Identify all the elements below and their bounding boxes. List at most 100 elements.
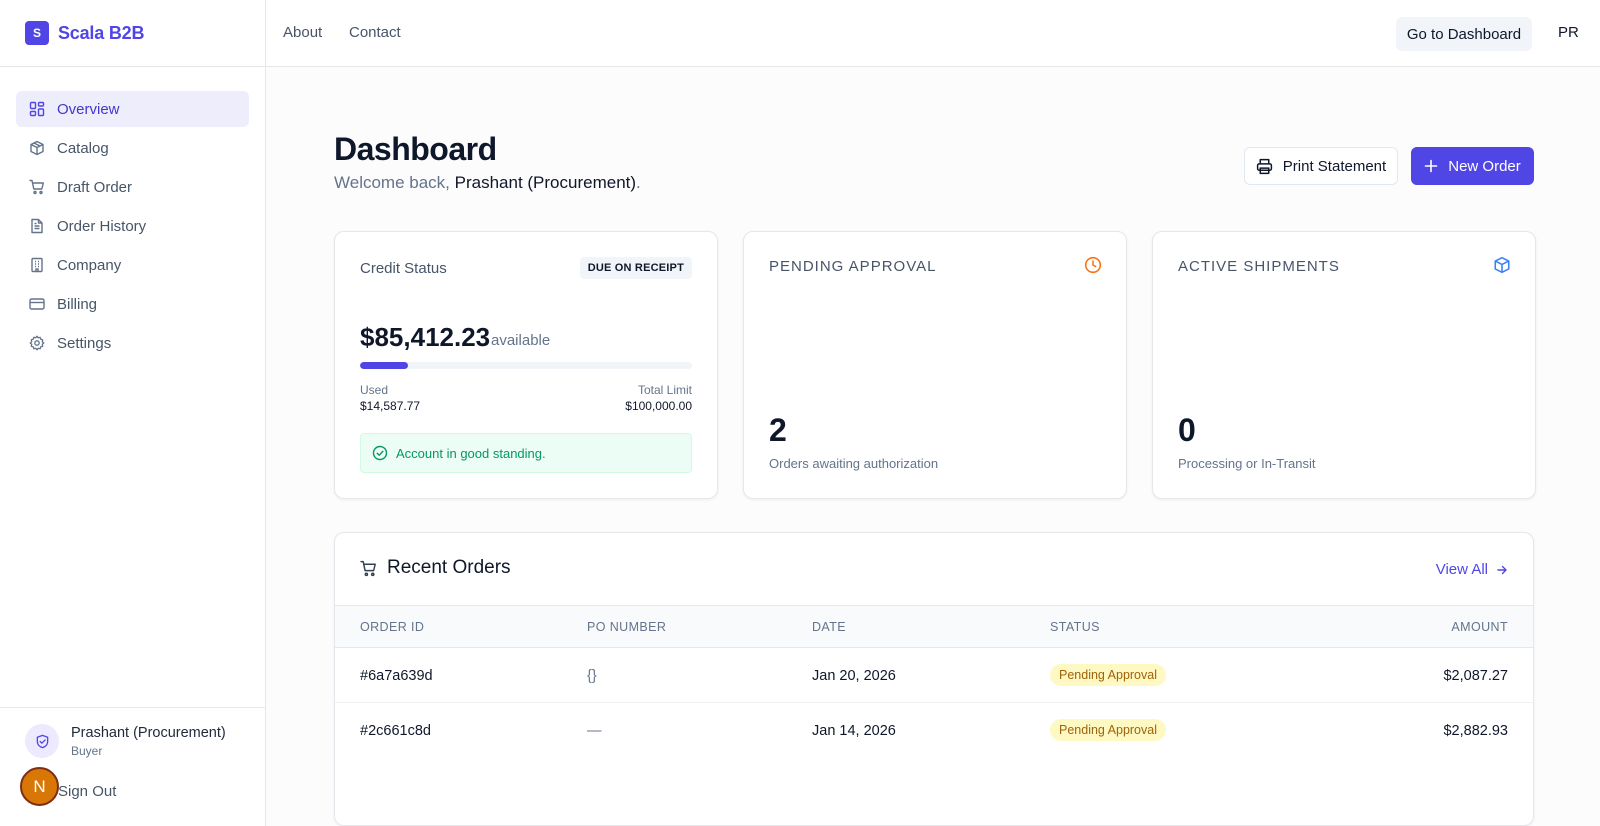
sidebar-item-overview[interactable]: Overview (16, 91, 249, 127)
po-number-cell: — (587, 723, 602, 739)
amount-cell: $2,087.27 (1443, 668, 1508, 684)
brand[interactable]: S Scala B2B (0, 0, 265, 67)
status-badge: Pending Approval (1050, 719, 1166, 741)
sidebar-footer: Prashant (Procurement) Buyer Sign Out N (0, 707, 265, 826)
pending-approval-count: 2 (769, 412, 787, 448)
printer-icon (1256, 158, 1273, 175)
sidebar-item-order-history[interactable]: Order History (16, 208, 249, 244)
check-circle-icon (372, 445, 388, 461)
cart-icon (29, 179, 45, 195)
sidebar: S Scala B2B Overview Catalog Draft Order (0, 0, 266, 826)
new-order-button[interactable]: New Order (1411, 147, 1534, 185)
sidebar-item-draft-order[interactable]: Draft Order (16, 169, 249, 205)
welcome-name: Prashant (Procurement) (454, 173, 637, 192)
recent-orders-panel: Recent Orders View All ORDER ID PO NUMBE… (334, 532, 1534, 826)
sidebar-item-company[interactable]: Company (16, 247, 249, 283)
credit-usage-fill (360, 362, 409, 369)
user-info: Prashant (Procurement) Buyer (71, 725, 226, 758)
top-bar: About Contact Go to Dashboard PR (266, 0, 1600, 67)
clock-icon (1084, 256, 1102, 274)
sidebar-item-label: Order History (57, 217, 147, 235)
used-label: Used (360, 383, 389, 397)
building-icon (29, 257, 45, 273)
total-limit-value: $100,000.00 (625, 399, 692, 413)
payment-terms-badge: DUE ON RECEIPT (579, 257, 692, 279)
brand-name: Scala B2B (58, 22, 145, 43)
plus-icon (1424, 159, 1438, 173)
go-to-dashboard-button[interactable]: Go to Dashboard (1396, 17, 1532, 51)
sign-out-button[interactable]: Sign Out (58, 783, 116, 800)
print-statement-label: Print Statement (1282, 157, 1387, 175)
sidebar-item-label: Overview (57, 100, 120, 118)
view-all-link[interactable]: View All (1436, 561, 1508, 578)
column-header-order-id[interactable]: ORDER ID (360, 620, 424, 634)
account-standing-text: Account in good standing. (396, 445, 546, 461)
sidebar-item-label: Billing (57, 295, 98, 313)
column-header-amount[interactable]: AMOUNT (1451, 620, 1508, 634)
active-shipments-title: ACTIVE SHIPMENTS (1178, 258, 1340, 275)
credit-status-card: Credit Status DUE ON RECEIPT $85,412.23 … (334, 231, 718, 499)
arrow-right-icon (1496, 564, 1508, 576)
welcome-prefix: Welcome back, (334, 173, 455, 192)
sidebar-item-label: Company (57, 256, 122, 274)
user-profile[interactable]: Prashant (Procurement) Buyer (25, 724, 226, 758)
date-cell: Jan 20, 2026 (812, 668, 896, 684)
grid-icon (29, 101, 45, 117)
credit-card-icon (29, 296, 45, 312)
user-role: Buyer (71, 743, 103, 758)
floating-avatar[interactable]: N (20, 767, 59, 806)
column-header-date[interactable]: DATE (812, 620, 846, 634)
order-id-cell[interactable]: #2c661c8d (360, 723, 431, 739)
view-all-label: View All (1435, 561, 1488, 578)
table-row[interactable]: #6a7a639d {} Jan 20, 2026 Pending Approv… (335, 649, 1533, 703)
column-header-po-number[interactable]: PO NUMBER (587, 620, 666, 634)
gear-icon (29, 335, 45, 351)
account-standing-notice: Account in good standing. (360, 433, 692, 473)
total-limit-label: Total Limit (637, 383, 692, 397)
active-shipments-card[interactable]: ACTIVE SHIPMENTS 0 Processing or In-Tran… (1152, 231, 1536, 499)
column-header-status[interactable]: STATUS (1050, 620, 1100, 634)
sidebar-item-billing[interactable]: Billing (16, 286, 249, 322)
box-icon (29, 140, 45, 156)
po-number-cell: {} (587, 668, 597, 684)
credit-available-amount: $85,412.23 (360, 322, 491, 352)
sidebar-nav: Overview Catalog Draft Order Order Histo… (0, 67, 265, 361)
recent-orders-heading: Recent Orders (360, 557, 511, 579)
pending-approval-caption: Orders awaiting authorization (769, 456, 939, 471)
page-title: Dashboard (334, 131, 497, 167)
recent-orders-title: Recent Orders (387, 557, 511, 578)
file-icon (29, 218, 45, 234)
credit-status-title: Credit Status (360, 260, 447, 277)
active-shipments-caption: Processing or In-Transit (1178, 456, 1316, 471)
active-shipments-count: 0 (1178, 412, 1196, 448)
status-badge: Pending Approval (1050, 664, 1166, 686)
print-statement-button[interactable]: Print Statement (1244, 147, 1398, 185)
pending-approval-title: PENDING APPROVAL (769, 258, 937, 275)
new-order-label: New Order (1448, 157, 1521, 175)
nav-link-about[interactable]: About (283, 24, 322, 41)
sidebar-item-label: Catalog (57, 139, 109, 157)
order-id-cell[interactable]: #6a7a639d (360, 668, 433, 684)
table-row[interactable]: #2c661c8d — Jan 14, 2026 Pending Approva… (335, 704, 1533, 758)
date-cell: Jan 14, 2026 (812, 723, 896, 739)
welcome-suffix: . (636, 173, 641, 192)
shield-icon (25, 724, 59, 758)
package-icon (1493, 256, 1511, 274)
table-header: ORDER ID PO NUMBER DATE STATUS AMOUNT (335, 605, 1533, 648)
sidebar-item-label: Draft Order (57, 178, 133, 196)
user-name: Prashant (Procurement) (71, 724, 226, 741)
pending-approval-card[interactable]: PENDING APPROVAL 2 Orders awaiting autho… (743, 231, 1127, 499)
amount-cell: $2,882.93 (1443, 723, 1508, 739)
main-content: Dashboard Welcome back, Prashant (Procur… (266, 67, 1600, 826)
welcome-message: Welcome back, Prashant (Procurement). (334, 173, 641, 193)
sidebar-item-label: Settings (57, 334, 112, 352)
sidebar-item-catalog[interactable]: Catalog (16, 130, 249, 166)
sidebar-item-settings[interactable]: Settings (16, 325, 249, 361)
cart-icon (360, 560, 377, 577)
brand-logo: S (25, 21, 49, 45)
nav-link-contact[interactable]: Contact (349, 24, 401, 41)
credit-usage-bar (360, 362, 692, 369)
user-initials[interactable]: PR (1558, 24, 1579, 41)
credit-available-label: available (491, 332, 551, 349)
used-value: $14,587.77 (360, 399, 421, 413)
